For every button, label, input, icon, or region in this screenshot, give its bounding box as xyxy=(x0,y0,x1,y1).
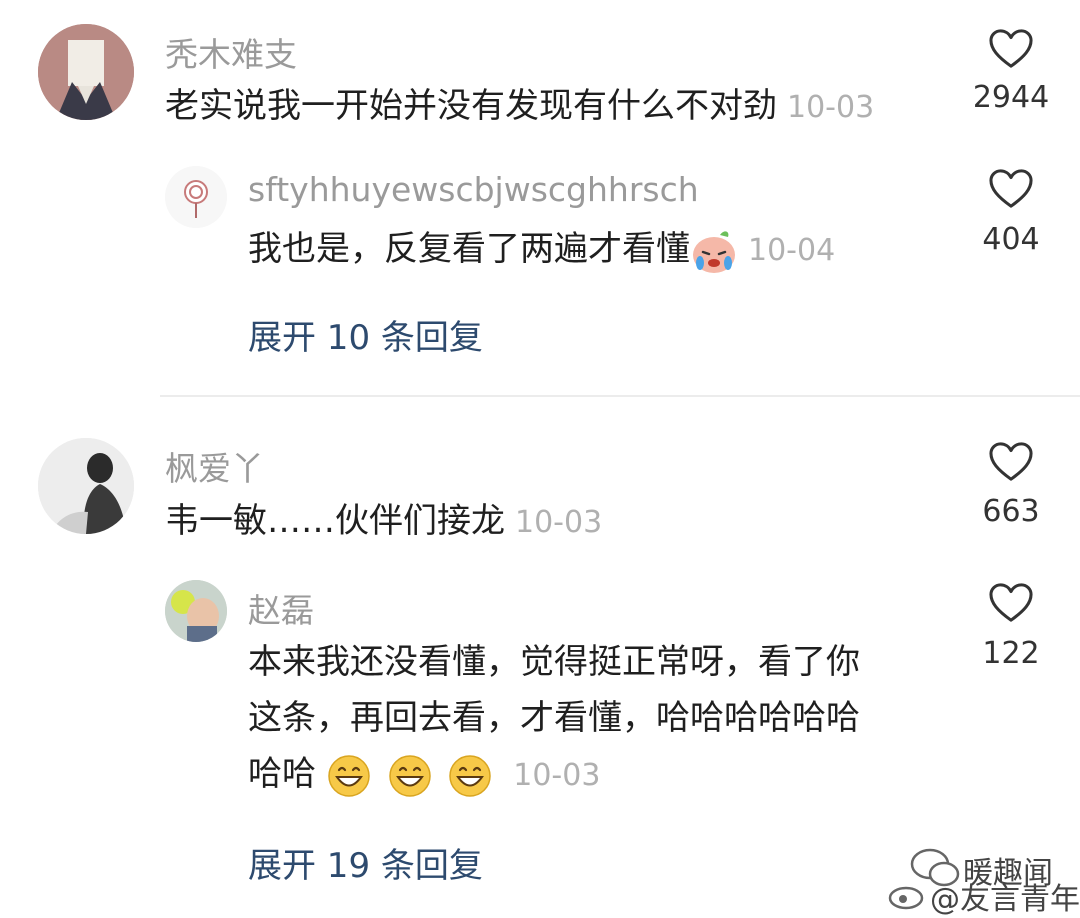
reply-line: 哈哈 xyxy=(248,754,316,794)
like-count: 122 xyxy=(982,636,1040,671)
avatar[interactable] xyxy=(38,24,134,120)
reply-date: 10-04 xyxy=(748,233,836,268)
avatar-photo xyxy=(165,580,227,642)
username[interactable]: sftyhhuyewscbjwscghhrsch xyxy=(248,170,699,209)
crying-face-icon xyxy=(693,230,735,273)
like-count: 2944 xyxy=(972,80,1050,115)
username[interactable]: 赵磊 xyxy=(248,584,314,632)
heart-icon[interactable] xyxy=(988,441,1034,483)
reply-text: 我也是，反复看了两遍才看懂 10-04 xyxy=(248,221,835,279)
comment-date: 10-03 xyxy=(787,90,875,125)
like-count: 404 xyxy=(982,222,1040,257)
grinning-face-icon xyxy=(388,754,431,797)
reply-text: 本来我还没看懂，觉得挺正常呀，看了你 这条，再回去看，才看懂，哈哈哈哈哈哈 哈哈… xyxy=(248,634,860,804)
avatar[interactable] xyxy=(165,166,227,228)
like-count: 663 xyxy=(982,494,1040,529)
comment-text: 老实说我一开始并没有发现有什么不对劲 10-03 xyxy=(165,78,874,136)
reply-line: 这条，再回去看，才看懂，哈哈哈哈哈哈 xyxy=(248,698,860,738)
comment-body: 韦一敏……伙伴们接龙 xyxy=(165,501,505,541)
divider xyxy=(160,395,1080,397)
heart-icon[interactable] xyxy=(988,582,1034,624)
comment-date: 10-03 xyxy=(515,505,603,540)
username[interactable]: 枫爱丫 xyxy=(165,442,264,490)
grinning-face-icon xyxy=(328,754,370,797)
heart-icon[interactable] xyxy=(988,28,1034,70)
avatar-illustration xyxy=(38,24,134,120)
reply-body: 我也是，反复看了两遍才看懂 xyxy=(248,229,690,269)
comment-body: 老实说我一开始并没有发现有什么不对劲 xyxy=(165,86,777,126)
username[interactable]: 秃木难支 xyxy=(165,28,297,76)
expand-replies-link[interactable]: 展开 19 条回复 xyxy=(248,838,483,887)
reply-line: 本来我还没看懂，觉得挺正常呀，看了你 xyxy=(248,642,860,682)
avatar[interactable] xyxy=(38,438,134,534)
comment-text: 韦一敏……伙伴们接龙 10-03 xyxy=(165,493,602,551)
grinning-face-icon xyxy=(449,754,492,797)
expand-replies-link[interactable]: 展开 10 条回复 xyxy=(248,310,483,359)
weibo-icon xyxy=(888,886,924,910)
watermark-line2: @友言青年 xyxy=(930,882,1080,917)
reply-line-last: 哈哈 10-03 xyxy=(248,746,860,804)
avatar-photo xyxy=(38,438,134,534)
heart-icon[interactable] xyxy=(988,168,1034,210)
reply-date: 10-03 xyxy=(513,758,601,793)
avatar[interactable] xyxy=(165,580,227,642)
lollipop-icon xyxy=(165,166,227,228)
